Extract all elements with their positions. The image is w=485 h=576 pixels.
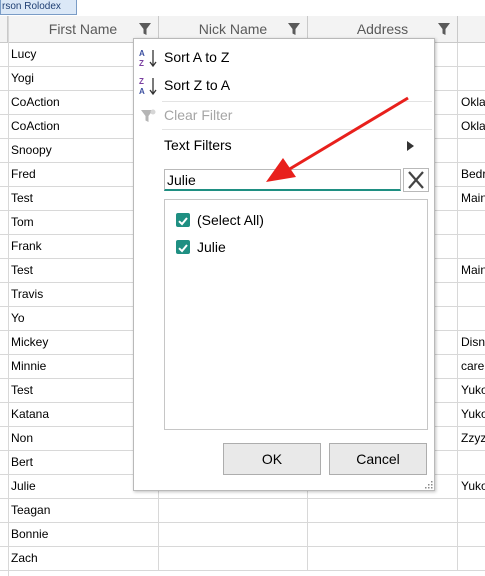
table-cell[interactable]: care	[458, 355, 485, 378]
column-header-label: Address	[356, 21, 409, 37]
svg-text:A: A	[139, 49, 145, 58]
sort-desc-label: Sort Z to A	[164, 77, 231, 93]
table-cell[interactable]	[458, 235, 485, 258]
tab-person-rolodex[interactable]: rson Rolodex	[0, 0, 77, 15]
table-cell[interactable]	[308, 547, 458, 570]
table-cell[interactable]	[159, 499, 308, 522]
table-cell[interactable]	[458, 67, 485, 90]
table-cell[interactable]: Disn	[458, 331, 485, 354]
table-cell[interactable]	[458, 211, 485, 234]
table-row[interactable]: Zach	[0, 547, 485, 571]
table-cell[interactable]	[458, 307, 485, 330]
table-cell[interactable]: Yuko	[458, 379, 485, 402]
table-row[interactable]: Teagan	[0, 499, 485, 523]
table-cell[interactable]: Teagan	[8, 499, 159, 522]
table-cell[interactable]: Yuko	[458, 403, 485, 426]
filter-icon[interactable]	[138, 22, 152, 36]
resize-grip-icon[interactable]	[425, 481, 433, 489]
clear-filter-icon	[141, 109, 156, 122]
submenu-arrow-icon	[407, 141, 414, 151]
text-filters-item[interactable]: Text Filters	[134, 131, 432, 159]
table-cell[interactable]	[458, 451, 485, 474]
sort-z-to-a-item[interactable]: Z A Sort Z to A	[134, 71, 432, 99]
table-cell[interactable]	[159, 547, 308, 570]
clear-filter-label: Clear Filter	[164, 107, 233, 123]
filter-icon[interactable]	[437, 22, 451, 36]
table-cell[interactable]	[308, 499, 458, 522]
clear-filter-item: Clear Filter	[134, 101, 432, 129]
table-cell[interactable]: Zzyz	[458, 427, 485, 450]
filter-popup: A Z Sort A to Z Z A Sort Z to A Clear Fi…	[133, 38, 435, 491]
filter-icon[interactable]	[287, 22, 301, 36]
clear-search-button[interactable]	[403, 168, 429, 192]
table-cell[interactable]	[458, 139, 485, 162]
filter-search-input[interactable]	[164, 169, 401, 191]
table-cell[interactable]	[159, 523, 308, 546]
table-row[interactable]: Bonnie	[0, 523, 485, 547]
column-header-label: Nick Name	[198, 21, 268, 37]
table-cell[interactable]: Bonnie	[8, 523, 159, 546]
text-filters-label: Text Filters	[164, 137, 232, 153]
sort-ascending-icon: A Z	[139, 49, 157, 68]
table-cell[interactable]: Zach	[8, 547, 159, 570]
checkbox-label: (Select All)	[197, 212, 264, 228]
checkbox-checked-icon[interactable]	[176, 213, 190, 227]
column-header-city[interactable]	[458, 16, 485, 42]
table-cell[interactable]: Main	[458, 259, 485, 282]
table-cell[interactable]: Okla	[458, 91, 485, 114]
close-icon	[408, 171, 424, 189]
sort-a-to-z-item[interactable]: A Z Sort A to Z	[134, 43, 432, 71]
table-cell[interactable]: Yuko	[458, 475, 485, 498]
table-cell[interactable]	[458, 283, 485, 306]
sort-asc-label: Sort A to Z	[164, 49, 230, 65]
table-cell[interactable]	[458, 499, 485, 522]
table-cell[interactable]: Main	[458, 187, 485, 210]
table-cell[interactable]	[458, 547, 485, 570]
table-cell[interactable]: Bedr	[458, 163, 485, 186]
svg-text:A: A	[139, 87, 145, 96]
row-header-corner	[0, 16, 8, 42]
sort-descending-icon: Z A	[139, 77, 157, 96]
svg-text:Z: Z	[139, 59, 144, 68]
filter-values-list: (Select All) Julie	[164, 199, 428, 430]
menu-separator	[162, 129, 432, 130]
cancel-button[interactable]: Cancel	[329, 443, 427, 475]
svg-text:Z: Z	[139, 77, 144, 86]
table-cell[interactable]	[308, 523, 458, 546]
column-header-label: First Name	[48, 21, 118, 37]
table-cell[interactable]	[458, 523, 485, 546]
table-cell[interactable]	[458, 43, 485, 66]
ok-button[interactable]: OK	[223, 443, 321, 475]
checkbox-label: Julie	[197, 239, 226, 255]
checkbox-checked-icon[interactable]	[176, 240, 190, 254]
table-cell[interactable]: Okla	[458, 115, 485, 138]
